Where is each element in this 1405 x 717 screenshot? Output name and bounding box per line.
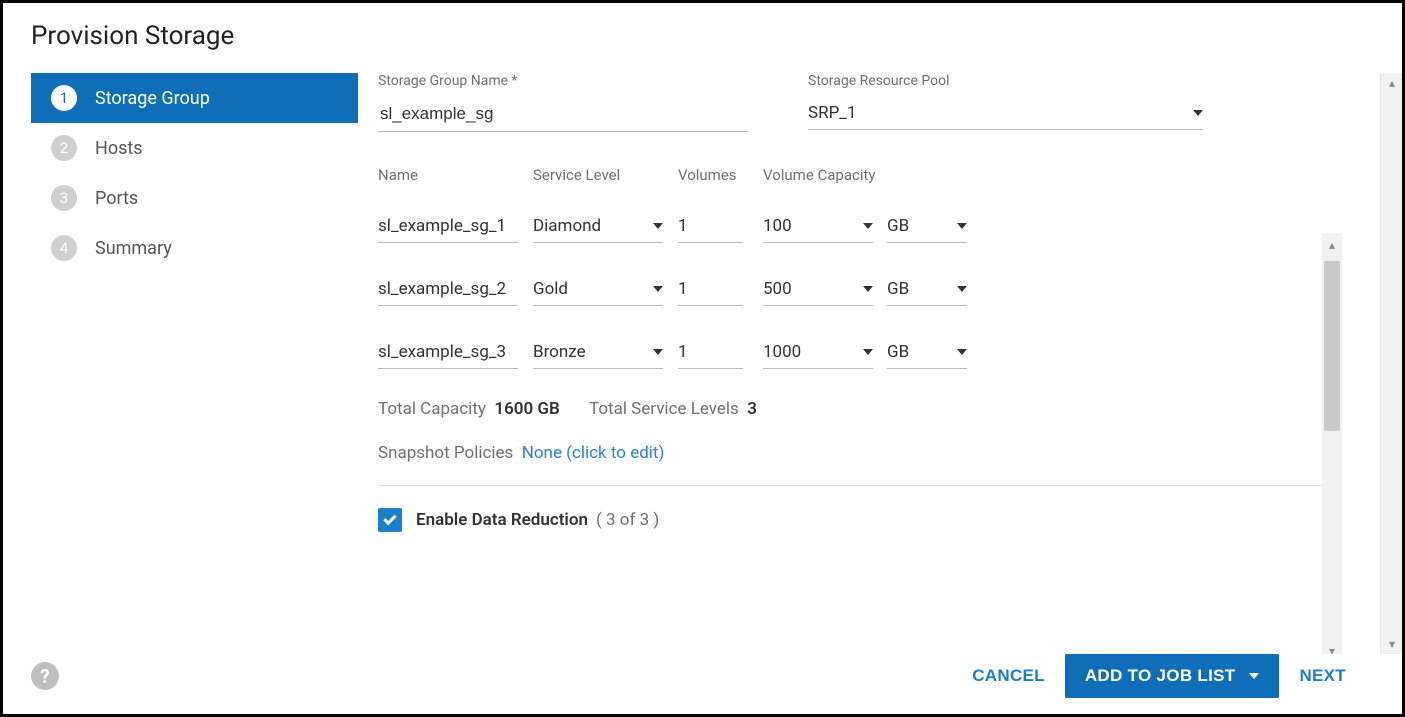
row-name-input[interactable]: sl_example_sg_1 [378, 210, 518, 243]
row-name-input[interactable]: sl_example_sg_3 [378, 336, 518, 369]
divider [378, 485, 1340, 486]
row-volumes-input[interactable]: 1 [678, 336, 743, 369]
sg-name-value[interactable] [378, 103, 748, 125]
next-button[interactable]: NEXT [1279, 654, 1366, 698]
scroll-down-icon[interactable]: ▾ [1384, 636, 1400, 652]
chevron-down-icon [653, 286, 663, 292]
chevron-down-icon [863, 223, 873, 229]
total-levels-label: Total Service Levels [589, 399, 739, 419]
step-number: 3 [51, 185, 77, 211]
chevron-down-icon [1249, 673, 1259, 679]
row-service-value: Bronze [533, 342, 586, 362]
step-storage-group[interactable]: 1 Storage Group [31, 73, 358, 123]
total-capacity-label: Total Capacity [378, 399, 486, 419]
row-service-value: Diamond [533, 216, 601, 236]
row-service-select[interactable]: Diamond [533, 210, 663, 243]
scroll-thumb[interactable] [1324, 261, 1340, 431]
cancel-button[interactable]: CANCEL [952, 654, 1065, 698]
sg-name-input[interactable] [378, 97, 748, 132]
srp-label: Storage Resource Pool [808, 73, 1203, 89]
row-capacity-input[interactable]: 1000 [763, 336, 873, 369]
chevron-down-icon [957, 349, 967, 355]
row-unit-value: GB [887, 216, 909, 236]
data-reduction-count: ( 3 of 3 ) [596, 510, 659, 530]
step-label: Summary [95, 238, 172, 259]
data-reduction-label: Enable Data Reduction [416, 510, 588, 530]
step-hosts[interactable]: 2 Hosts [31, 123, 358, 173]
chevron-down-icon [957, 223, 967, 229]
row-service-value: Gold [533, 279, 568, 299]
scroll-up-icon[interactable]: ▴ [1384, 75, 1400, 91]
row-unit-select[interactable]: GB [887, 273, 967, 306]
table-row: sl_example_sg_1 Diamond 1 100 GB [378, 210, 1340, 243]
col-name: Name [378, 166, 533, 184]
page-title: Provision Storage [3, 21, 1402, 73]
row-service-select[interactable]: Gold [533, 273, 663, 306]
total-capacity-value: 1600 GB [494, 399, 559, 419]
chevron-down-icon [653, 349, 663, 355]
row-service-select[interactable]: Bronze [533, 336, 663, 369]
step-label: Storage Group [95, 88, 210, 109]
total-levels-value: 3 [747, 399, 757, 419]
totals: Total Capacity 1600 GB Total Service Lev… [378, 399, 1340, 419]
row-unit-value: GB [887, 279, 909, 299]
snapshot-edit-link[interactable]: None (click to edit) [522, 443, 665, 463]
table-row: sl_example_sg_2 Gold 1 500 GB [378, 273, 1340, 306]
row-capacity-value: 500 [763, 279, 792, 299]
chevron-down-icon [1193, 110, 1203, 116]
srp-select[interactable]: SRP_1 [808, 97, 1203, 130]
snapshot-policies: Snapshot Policies None (click to edit) [378, 443, 1340, 463]
col-volumes: Volumes [678, 166, 763, 184]
row-unit-value: GB [887, 342, 909, 362]
wizard-steps: 1 Storage Group 2 Hosts 3 Ports 4 Summar… [3, 73, 358, 654]
chevron-down-icon [653, 223, 663, 229]
chevron-down-icon [863, 349, 873, 355]
step-number: 2 [51, 135, 77, 161]
row-capacity-input[interactable]: 500 [763, 273, 873, 306]
row-volumes-input[interactable]: 1 [678, 210, 743, 243]
row-unit-select[interactable]: GB [887, 336, 967, 369]
row-capacity-input[interactable]: 100 [763, 210, 873, 243]
step-label: Hosts [95, 138, 143, 159]
step-ports[interactable]: 3 Ports [31, 173, 358, 223]
check-icon [383, 512, 396, 525]
scroll-down-icon[interactable]: ▾ [1324, 643, 1340, 654]
step-number: 1 [51, 85, 77, 111]
outer-scrollbar[interactable]: ▴ ▾ [1380, 73, 1402, 654]
row-name-input[interactable]: sl_example_sg_2 [378, 273, 518, 306]
sg-name-label: Storage Group Name * [378, 73, 748, 89]
chevron-down-icon [957, 286, 967, 292]
row-capacity-value: 1000 [763, 342, 801, 362]
col-capacity: Volume Capacity [763, 166, 963, 184]
scroll-up-icon[interactable]: ▴ [1324, 237, 1340, 253]
row-volumes-input[interactable]: 1 [678, 273, 743, 306]
row-capacity-value: 100 [763, 216, 792, 236]
srp-value: SRP_1 [808, 103, 857, 123]
help-icon[interactable]: ? [31, 662, 59, 690]
table-header: Name Service Level Volumes Volume Capaci… [378, 166, 1340, 184]
table-row: sl_example_sg_3 Bronze 1 1000 GB [378, 336, 1340, 369]
col-service: Service Level [533, 166, 678, 184]
step-number: 4 [51, 235, 77, 261]
step-label: Ports [95, 188, 138, 209]
step-summary[interactable]: 4 Summary [31, 223, 358, 273]
main-panel: Storage Group Name * Storage Resource Po… [358, 73, 1380, 654]
row-unit-select[interactable]: GB [887, 210, 967, 243]
snapshot-label: Snapshot Policies [378, 443, 513, 463]
add-to-job-list-label: ADD TO JOB LIST [1085, 666, 1236, 686]
add-to-job-list-button[interactable]: ADD TO JOB LIST [1065, 654, 1280, 698]
inner-scrollbar[interactable]: ▴ ▾ [1322, 233, 1342, 654]
chevron-down-icon [863, 286, 873, 292]
data-reduction-checkbox[interactable] [378, 508, 402, 532]
